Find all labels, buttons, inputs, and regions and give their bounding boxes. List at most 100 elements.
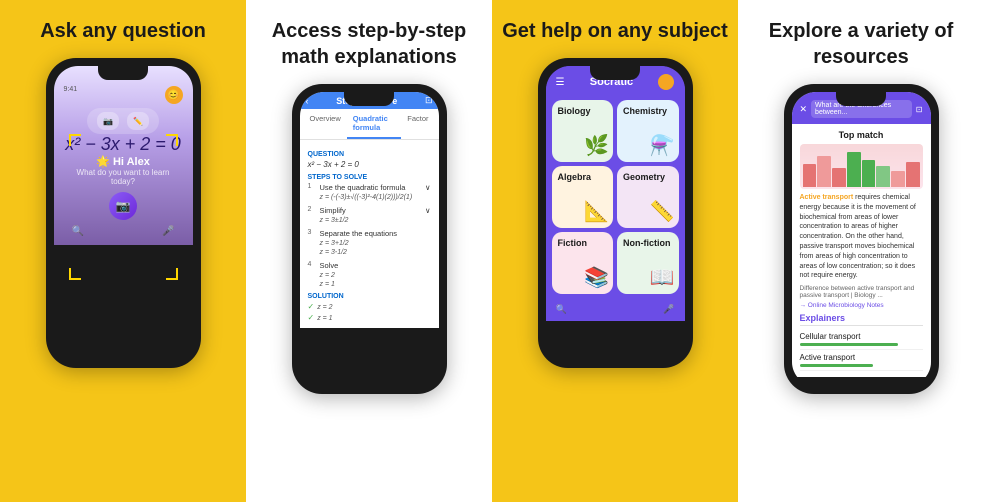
header-title2: Steps to solve bbox=[312, 96, 422, 106]
panel-steps: Access step-by-step math explanations ‹ … bbox=[246, 0, 492, 502]
chemistry-icon: ⚗️ bbox=[650, 133, 675, 158]
step2: 2 Simplify ∨ z = 3±1/2 bbox=[308, 206, 431, 224]
step1-content: Use the quadratic formula ∨ z = (-(-3)±√… bbox=[320, 183, 431, 201]
explainers-label: Explainers bbox=[800, 313, 923, 326]
bookmark-icon4[interactable]: ⊡ bbox=[916, 105, 923, 114]
bar6 bbox=[876, 166, 890, 187]
phone3-screen: ☰ Socratic Biology 🌿 Chemistry ⚗️ Algebr… bbox=[546, 66, 685, 360]
math-equation: x² − 3x + 2 = 0 bbox=[65, 134, 181, 155]
subject-algebra-name: Algebra bbox=[558, 172, 608, 182]
step4-formula1: z = 2 bbox=[320, 272, 431, 279]
bar1 bbox=[803, 164, 817, 187]
step1-formula: z = (-(-3)±√((-3)²-4(1)(2)))/2(1) bbox=[320, 194, 431, 201]
steps-label: STEPS TO SOLVE bbox=[308, 174, 431, 181]
step4-num: 4 bbox=[308, 261, 316, 268]
explainer-active-name: Active transport bbox=[800, 353, 923, 362]
nonfiction-icon: 📖 bbox=[650, 265, 675, 290]
panel3-title: Get help on any subject bbox=[502, 18, 728, 44]
step4-formula2: z = 1 bbox=[320, 281, 431, 288]
subjects-header: ☰ Socratic bbox=[546, 66, 685, 96]
explainer-cellular: Cellular transport bbox=[800, 329, 923, 350]
bar7 bbox=[891, 171, 905, 187]
bar4 bbox=[847, 152, 861, 187]
algebra-icon: 📐 bbox=[584, 199, 609, 224]
subjects-grid: Biology 🌿 Chemistry ⚗️ Algebra 📐 Geometr… bbox=[546, 96, 685, 298]
bottom-bar1: 🔍 🎤 bbox=[64, 226, 183, 237]
transport-chart bbox=[800, 144, 923, 189]
phone2: ‹ Steps to solve ⊡ Overview Quadratic fo… bbox=[292, 84, 447, 394]
phone3: ☰ Socratic Biology 🌿 Chemistry ⚗️ Algebr… bbox=[538, 58, 693, 368]
body-text: Active transport requires chemical energ… bbox=[800, 193, 923, 281]
bar3 bbox=[832, 168, 846, 188]
mic-icon1[interactable]: 🎤 bbox=[162, 226, 174, 237]
menu-icon3[interactable]: ☰ bbox=[556, 77, 565, 88]
screen-steps: ‹ Steps to solve ⊡ Overview Quadratic fo… bbox=[300, 92, 439, 328]
explainer-active: Active transport bbox=[800, 350, 923, 371]
step3-formula1: z = 3+1/2 bbox=[320, 240, 431, 247]
tab-quadratic[interactable]: Quadratic formula bbox=[347, 109, 401, 139]
subtext: What do you want to learn today? bbox=[64, 168, 183, 186]
step3-title: Separate the equations bbox=[320, 229, 431, 238]
close-icon4[interactable]: ✕ bbox=[800, 104, 808, 115]
subject-fiction-name: Fiction bbox=[558, 238, 608, 248]
corner-tr bbox=[166, 134, 178, 146]
solution1: ✓ z = 2 bbox=[308, 302, 431, 311]
corner-br bbox=[166, 268, 178, 280]
search-icon3[interactable]: 🔍 bbox=[556, 304, 567, 315]
geometry-icon: 📏 bbox=[650, 199, 675, 224]
step4-title: Solve bbox=[320, 261, 431, 270]
step3-formula2: z = 3-1/2 bbox=[320, 249, 431, 256]
check-icon2: ✓ bbox=[308, 313, 315, 322]
subject-chemistry-name: Chemistry bbox=[623, 106, 673, 116]
scan-write-btn[interactable]: ✏️ bbox=[127, 112, 149, 130]
scan-buttons: 📷 ✏️ bbox=[87, 108, 159, 134]
diff-text: Difference between active transport and … bbox=[800, 285, 923, 299]
step4-content: Solve z = 2 z = 1 bbox=[320, 261, 431, 288]
phone1: 9:41 😊 📷 ✏️ x² − 3x + 2 = 0 🌟 Hi Alex W bbox=[46, 58, 201, 368]
bookmark-icon2[interactable]: ⊡ bbox=[425, 95, 433, 106]
resources-content: Top match bbox=[792, 124, 931, 377]
subject-algebra[interactable]: Algebra 📐 bbox=[552, 166, 614, 228]
explainer-cellular-bar bbox=[800, 343, 898, 346]
explainer-cellular-name: Cellular transport bbox=[800, 332, 923, 341]
step3: 3 Separate the equations z = 3+1/2 z = 3… bbox=[308, 229, 431, 256]
subject-geometry[interactable]: Geometry 📏 bbox=[617, 166, 679, 228]
highlighted-term: Active transport bbox=[800, 194, 854, 201]
question-text: x² − 3x + 2 = 0 bbox=[308, 160, 431, 169]
screen-subjects: ☰ Socratic Biology 🌿 Chemistry ⚗️ Algebr… bbox=[546, 66, 685, 321]
bar8 bbox=[906, 162, 920, 187]
step4: 4 Solve z = 2 z = 1 bbox=[308, 261, 431, 288]
subject-chemistry[interactable]: Chemistry ⚗️ bbox=[617, 100, 679, 162]
step3-num: 3 bbox=[308, 229, 316, 236]
bar5 bbox=[862, 160, 876, 187]
fiction-icon: 📚 bbox=[584, 265, 609, 290]
panel-resources: Explore a variety of resources ✕ What ar… bbox=[738, 0, 984, 502]
resources-header: ✕ What are the differences between... ⊡ bbox=[792, 92, 931, 124]
subject-nonfiction[interactable]: Non-fiction 📖 bbox=[617, 232, 679, 294]
subject-geometry-name: Geometry bbox=[623, 172, 673, 182]
phone4-screen: ✕ What are the differences between... ⊡ … bbox=[792, 92, 931, 386]
screen3-bottom-bar: 🔍 🎤 bbox=[546, 298, 685, 321]
mic-icon3[interactable]: 🎤 bbox=[663, 304, 674, 315]
panel4-title: Explore a variety of resources bbox=[748, 18, 974, 70]
corner-tl bbox=[69, 134, 81, 146]
scan-photo-btn[interactable]: 📷 bbox=[97, 112, 119, 130]
subject-biology[interactable]: Biology 🌿 bbox=[552, 100, 614, 162]
tab-overview[interactable]: Overview bbox=[304, 109, 347, 139]
subject-nonfiction-name: Non-fiction bbox=[623, 238, 673, 248]
phone4: ✕ What are the differences between... ⊡ … bbox=[784, 84, 939, 394]
subject-biology-name: Biology bbox=[558, 106, 608, 116]
app-title3: Socratic bbox=[590, 76, 633, 88]
panel2-title: Access step-by-step math explanations bbox=[256, 18, 482, 70]
tab-factor[interactable]: Factor bbox=[401, 109, 434, 139]
subject-fiction[interactable]: Fiction 📚 bbox=[552, 232, 614, 294]
step2-content: Simplify ∨ z = 3±1/2 bbox=[320, 206, 431, 224]
search-icon1[interactable]: 🔍 bbox=[72, 226, 84, 237]
back-arrow2[interactable]: ‹ bbox=[306, 96, 309, 106]
top-match-label: Top match bbox=[800, 130, 923, 140]
solution-label: SOLUTION bbox=[308, 293, 431, 300]
search-query4: What are the differences between... bbox=[811, 100, 912, 118]
camera-button[interactable]: 📷 bbox=[109, 192, 137, 220]
tabs2: Overview Quadratic formula Factor bbox=[300, 109, 439, 140]
external-link[interactable]: → Online Microbiology Notes bbox=[800, 302, 923, 309]
